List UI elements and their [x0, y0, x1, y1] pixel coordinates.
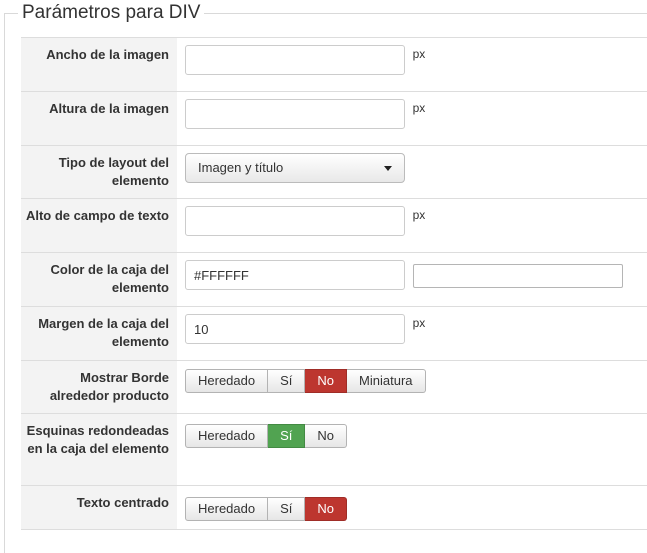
row-esquinas: Esquinas redondeadas en la caja del elem… — [21, 413, 647, 486]
altura-unit: px — [412, 101, 426, 115]
params-table: Ancho de la imagen px Altura de la image… — [21, 37, 647, 530]
row-ancho: Ancho de la imagen px — [21, 37, 647, 92]
ancho-unit: px — [412, 47, 426, 61]
esquinas-toggle: Heredado Sí No — [185, 424, 348, 448]
esquinas-si-button[interactable]: Sí — [268, 424, 306, 448]
ancho-label: Ancho de la imagen — [21, 37, 177, 92]
margen-input[interactable] — [185, 314, 405, 344]
row-texto-centrado: Texto centrado Heredado Sí No — [21, 485, 647, 530]
altura-label: Altura de la imagen — [21, 91, 177, 146]
row-layout: Tipo de layout del elemento Imagen y tít… — [21, 145, 647, 199]
texto-centrado-label: Texto centrado — [21, 485, 177, 530]
mostrar-borde-no-button[interactable]: No — [305, 369, 348, 393]
texto-centrado-si-button[interactable]: Sí — [268, 497, 306, 521]
caret-down-icon — [384, 166, 392, 171]
row-alto-campo: Alto de campo de texto px — [21, 198, 647, 253]
row-mostrar-borde: Mostrar Borde alrededor producto Heredad… — [21, 360, 647, 414]
texto-centrado-toggle: Heredado Sí No — [185, 497, 348, 521]
margen-label: Margen de la caja del elemento — [21, 306, 177, 361]
margen-unit: px — [412, 316, 426, 330]
esquinas-heredado-button[interactable]: Heredado — [185, 424, 269, 448]
layout-select[interactable]: Imagen y título — [185, 153, 405, 183]
mostrar-borde-toggle: Heredado Sí No Miniatura — [185, 369, 426, 393]
altura-input[interactable] — [185, 99, 405, 129]
alto-campo-input[interactable] — [185, 206, 405, 236]
mostrar-borde-heredado-button[interactable]: Heredado — [185, 369, 269, 393]
color-swatch[interactable] — [412, 264, 623, 288]
row-margen: Margen de la caja del elemento px — [21, 306, 647, 361]
texto-centrado-no-button[interactable]: No — [305, 497, 348, 521]
fieldset-legend: Parámetros para DIV — [18, 2, 205, 24]
row-altura: Altura de la imagen px — [21, 91, 647, 146]
esquinas-label: Esquinas redondeadas en la caja del elem… — [21, 413, 177, 486]
ancho-input[interactable] — [185, 45, 405, 75]
layout-selected-value: Imagen y título — [198, 160, 284, 175]
texto-centrado-heredado-button[interactable]: Heredado — [185, 497, 269, 521]
mostrar-borde-miniatura-button[interactable]: Miniatura — [347, 369, 426, 393]
esquinas-no-button[interactable]: No — [305, 424, 348, 448]
mostrar-borde-si-button[interactable]: Sí — [268, 369, 306, 393]
alto-campo-unit: px — [412, 208, 426, 222]
color-caja-label: Color de la caja del elemento — [21, 252, 177, 307]
layout-label: Tipo de layout del elemento — [21, 145, 177, 199]
alto-campo-label: Alto de campo de texto — [21, 198, 177, 253]
row-color-caja: Color de la caja del elemento — [21, 252, 647, 307]
color-caja-input[interactable] — [185, 260, 405, 290]
mostrar-borde-label: Mostrar Borde alrededor producto — [21, 360, 177, 414]
